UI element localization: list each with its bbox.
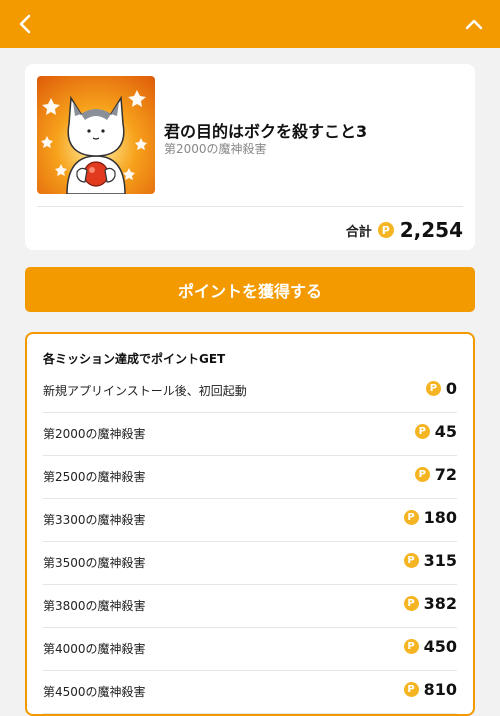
point-coin-icon: P bbox=[414, 424, 430, 439]
back-button[interactable] bbox=[14, 12, 36, 36]
mission-row: 新規アプリインストール後、初回起動 P 0 bbox=[43, 369, 457, 413]
total-value: 2,254 bbox=[399, 218, 463, 242]
mission-label: 第3500の魔神殺害 bbox=[43, 556, 146, 570]
collapse-button[interactable] bbox=[462, 12, 486, 36]
app-title: 君の目的はボクを殺すこと3 bbox=[164, 122, 368, 141]
earn-points-button[interactable]: ポイントを獲得する bbox=[25, 267, 475, 312]
point-total: 合計 P 2,254 bbox=[346, 216, 463, 244]
point-coin-icon: P bbox=[425, 381, 441, 396]
mission-points: P 315 bbox=[403, 551, 457, 570]
mission-points: P 450 bbox=[403, 637, 457, 656]
chevron-left-icon bbox=[19, 14, 31, 34]
mission-row: 第3800の魔神殺害 P 382 bbox=[43, 584, 457, 628]
missions-panel: 各ミッション達成でポイントGET 新規アプリインストール後、初回起動 P 0 第… bbox=[25, 332, 475, 716]
mission-points-value: 315 bbox=[423, 551, 457, 570]
app-subtitle: 第2000の魔神殺害 bbox=[164, 142, 267, 156]
mission-points-value: 382 bbox=[423, 594, 457, 613]
total-label: 合計 bbox=[345, 224, 372, 240]
mission-row: 第4000の魔神殺害 P 450 bbox=[43, 627, 457, 671]
point-coin-icon: P bbox=[403, 553, 419, 568]
app-card: 君の目的はボクを殺すこと3 第2000の魔神殺害 合計 P 2,254 bbox=[25, 64, 475, 250]
mission-points: P 180 bbox=[403, 508, 457, 527]
mission-label: 第3800の魔神殺害 bbox=[43, 599, 146, 613]
mission-points: P 72 bbox=[414, 465, 457, 484]
mission-points-value: 450 bbox=[423, 637, 457, 656]
mission-points: P 810 bbox=[403, 680, 457, 699]
mission-label: 第4000の魔神殺害 bbox=[43, 642, 146, 656]
mission-points: P 382 bbox=[403, 594, 457, 613]
mission-row: 第4500の魔神殺害 P 810 bbox=[43, 670, 457, 714]
mission-row: 第3300の魔神殺害 P 180 bbox=[43, 498, 457, 542]
top-bar bbox=[0, 0, 500, 48]
mission-row: 第2500の魔神殺害 P 72 bbox=[43, 455, 457, 499]
mission-points-value: 45 bbox=[434, 422, 457, 441]
chevron-up-icon bbox=[465, 19, 483, 30]
mission-row: 第3500の魔神殺害 P 315 bbox=[43, 541, 457, 585]
point-coin-icon: P bbox=[403, 596, 419, 611]
mission-points-value: 0 bbox=[445, 379, 457, 398]
point-coin-icon: P bbox=[403, 682, 419, 697]
mission-row: 第2000の魔神殺害 P 45 bbox=[43, 412, 457, 456]
point-coin-icon: P bbox=[377, 222, 394, 238]
mission-points: P 0 bbox=[425, 379, 457, 398]
point-coin-icon: P bbox=[414, 467, 430, 482]
point-coin-icon: P bbox=[403, 639, 419, 654]
mission-label: 第4500の魔神殺害 bbox=[43, 685, 146, 699]
mission-points-value: 810 bbox=[423, 680, 457, 699]
mission-label: 第2000の魔神殺害 bbox=[43, 427, 146, 441]
mission-points-value: 180 bbox=[423, 508, 457, 527]
mission-points: P 45 bbox=[414, 422, 457, 441]
missions-heading: 各ミッション達成でポイントGET bbox=[43, 352, 226, 366]
point-coin-icon: P bbox=[403, 510, 419, 525]
mission-label: 第3300の魔神殺害 bbox=[43, 513, 146, 527]
app-icon bbox=[37, 76, 155, 194]
mission-label: 第2500の魔神殺害 bbox=[43, 470, 146, 484]
mission-label: 新規アプリインストール後、初回起動 bbox=[43, 384, 247, 398]
divider bbox=[37, 206, 463, 207]
mission-points-value: 72 bbox=[434, 465, 457, 484]
